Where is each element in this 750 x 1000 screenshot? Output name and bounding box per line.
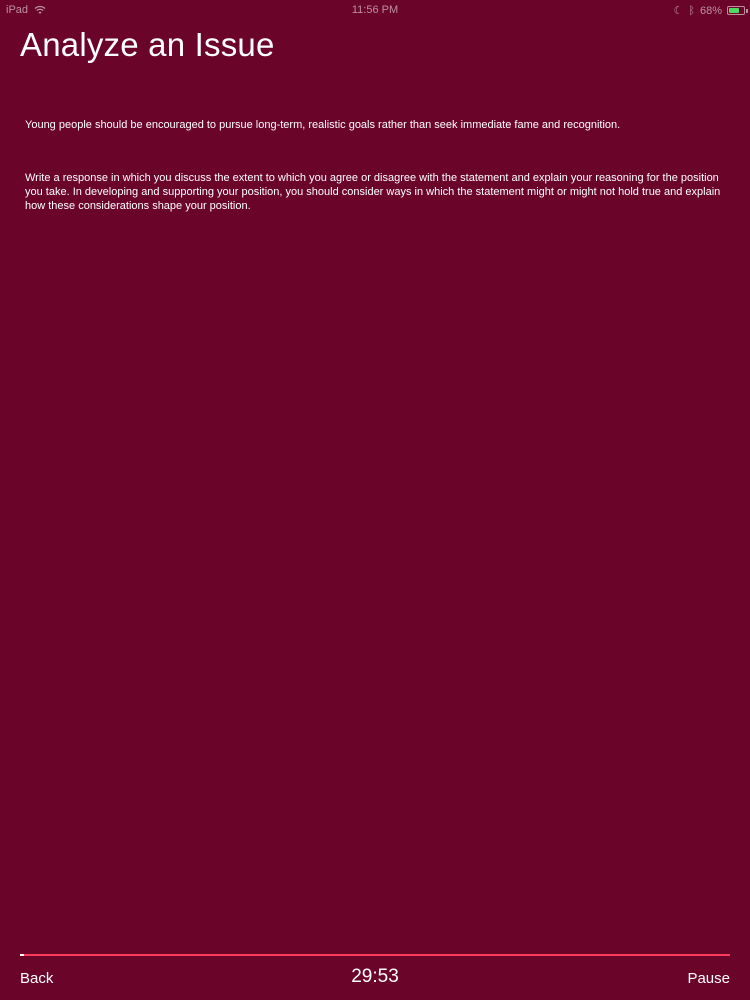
moon-icon: ☾ [673, 5, 684, 17]
issue-instructions: Write a response in which you discuss th… [25, 172, 721, 212]
bluetooth-icon: ᛒ [688, 4, 695, 17]
progress-fill [20, 954, 25, 956]
battery-percent: 68% [699, 4, 722, 17]
status-time: 11:56 PM [351, 4, 399, 16]
countdown-timer: 29:53 [351, 966, 399, 987]
page-title: Analyze an Issue [20, 26, 275, 63]
issue-prompt: Young people should be encouraged to pur… [25, 119, 621, 131]
status-right: ☾ ᛒ 68% [673, 4, 748, 17]
pause-button[interactable]: Pause [687, 970, 730, 987]
battery-level [729, 8, 739, 13]
battery-icon [727, 6, 745, 15]
status-bar: iPad 11:56 PM ☾ ᛒ 68% [0, 0, 750, 20]
battery-tip [746, 8, 748, 13]
bottom-bar: Back 29:53 Pause [0, 962, 750, 996]
progress-bar [20, 954, 730, 956]
